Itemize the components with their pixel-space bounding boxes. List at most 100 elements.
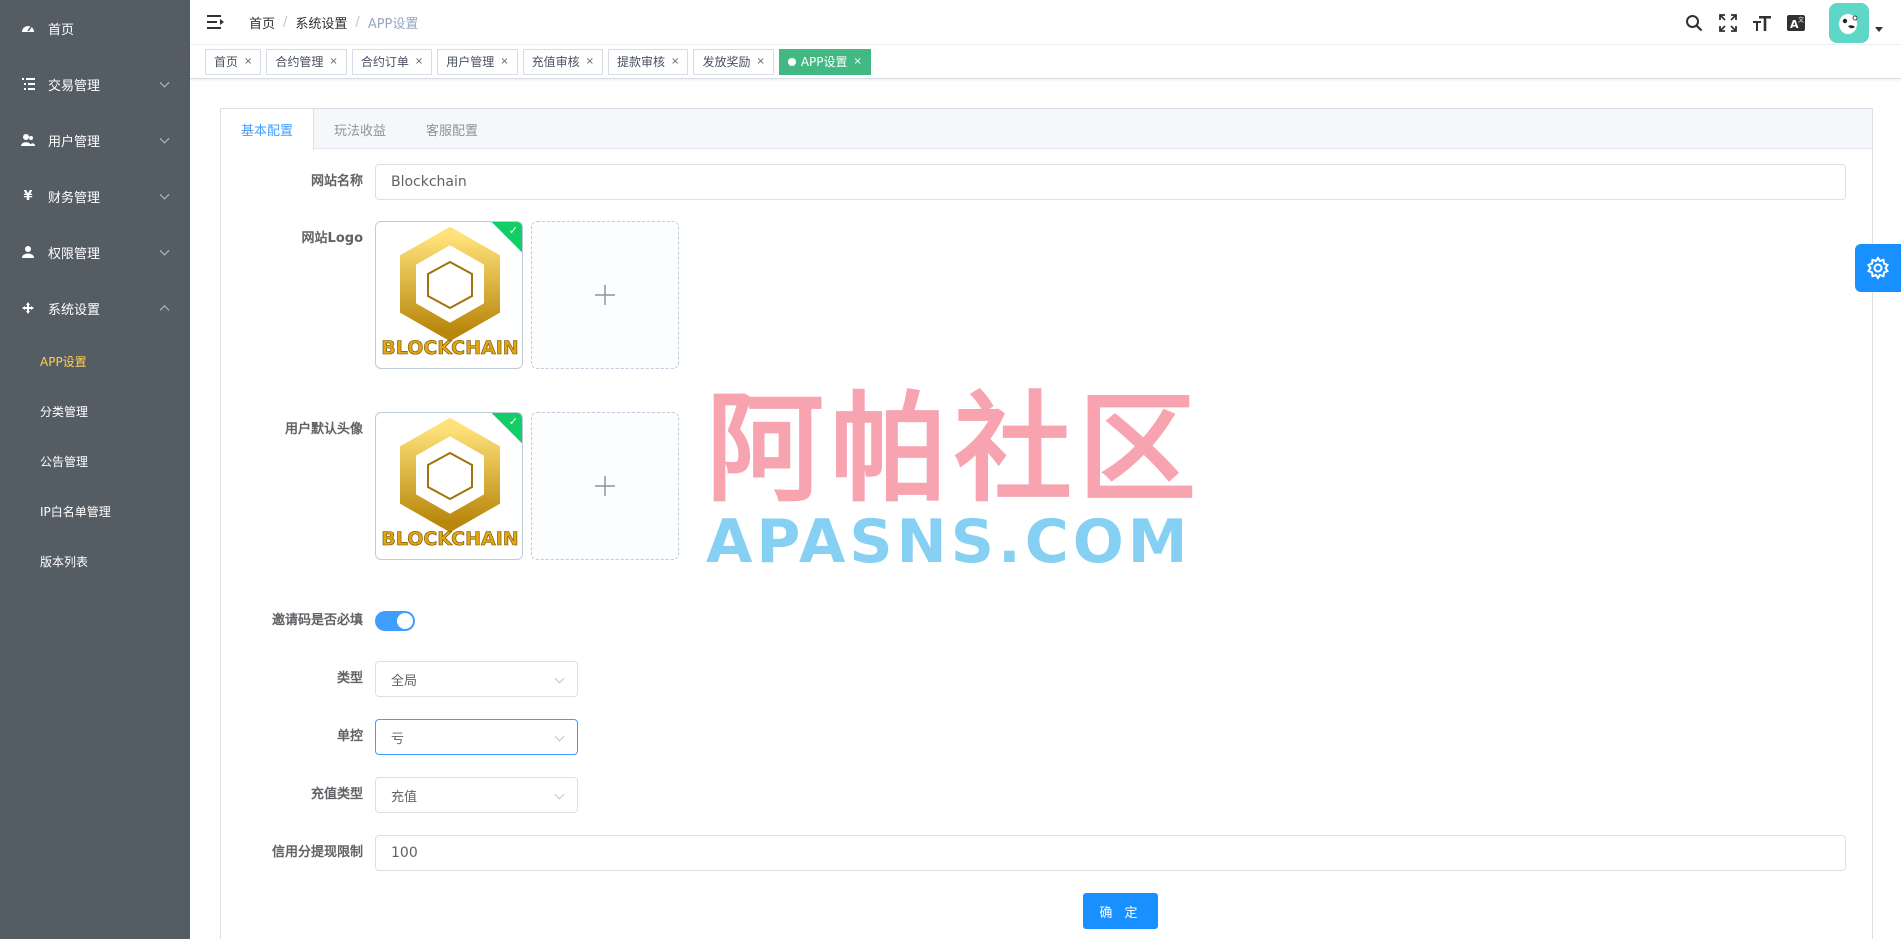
tag-app-settings[interactable]: APP设置 × (778, 48, 871, 75)
default-avatar-label: 用户默认头像 (284, 422, 363, 437)
sidebar-subitem-app-settings[interactable]: APP设置 (0, 336, 190, 386)
tag-label: 合约订单 (360, 55, 409, 69)
tags-view: 首页 × 合约管理 × 合约订单 × 用户管理 × 充值审核 × 提款审核 × 发放奖励 × … (190, 45, 1901, 79)
close-icon[interactable]: × (329, 56, 337, 67)
search-icon[interactable] (1683, 12, 1705, 34)
type-select-value: 全局 (391, 673, 418, 689)
logo-upload-button[interactable] (531, 221, 679, 369)
type-select[interactable]: 全局 (375, 661, 578, 697)
fullscreen-icon[interactable] (1717, 12, 1739, 34)
svg-text:BLOCKCHAIN: BLOCKCHAIN (381, 528, 518, 550)
check-icon: ✓ (508, 415, 518, 428)
breadcrumb-current: APP设置 (367, 16, 419, 32)
header-actions: A文 (1683, 0, 1901, 45)
language-icon[interactable]: A文 (1785, 12, 1807, 34)
blockchain-logo-icon: BLOCKCHAIN (381, 226, 519, 359)
avatar-upload-button[interactable] (531, 412, 679, 560)
sidebar-item-label: 交易管理 (48, 78, 101, 94)
font-size-icon[interactable] (1751, 12, 1773, 34)
tag-user-management[interactable]: 用户管理 × (437, 48, 518, 75)
logo-image[interactable]: BLOCKCHAIN ✓ (375, 221, 523, 369)
type-label: 类型 (336, 671, 363, 686)
control-select[interactable]: 亏 (375, 719, 578, 755)
tab-basic-config[interactable]: 基本配置 (221, 109, 315, 150)
check-icon: ✓ (508, 224, 518, 237)
site-name-input[interactable]: Blockchain (375, 164, 1846, 200)
avatar[interactable] (1829, 2, 1869, 43)
tag-withdraw-review[interactable]: 提款审核 × (608, 48, 689, 75)
tag-rewards[interactable]: 发放奖励 × (693, 48, 774, 75)
breadcrumb: 首页 / 系统设置 / APP设置 (249, 13, 418, 32)
breadcrumb-separator: / (355, 14, 360, 30)
yen-icon: ¥ (23, 188, 33, 204)
caret-down-icon[interactable] (1875, 27, 1883, 32)
tag-home[interactable]: 首页 × (205, 48, 262, 75)
logo-label: 网站Logo (301, 231, 363, 246)
close-icon[interactable]: × (854, 56, 862, 67)
default-avatar-image[interactable]: BLOCKCHAIN ✓ (375, 412, 523, 560)
sidebar-subitem-versions[interactable]: 版本列表 (0, 536, 190, 586)
tab-gameplay-earnings[interactable]: 玩法收益 (314, 109, 406, 149)
sidebar-item-settings[interactable]: 系统设置 (0, 280, 190, 336)
breadcrumb-settings[interactable]: 系统设置 (295, 13, 347, 32)
menu-toggle-icon[interactable] (207, 15, 225, 29)
sidebar-subitem-categories[interactable]: 分类管理 (0, 386, 190, 436)
breadcrumb-separator: / (283, 14, 288, 30)
close-icon[interactable]: × (500, 56, 508, 67)
control-select-value: 亏 (391, 731, 405, 747)
breadcrumb-home[interactable]: 首页 (249, 13, 275, 32)
sidebar-item-permissions[interactable]: 权限管理 (0, 224, 190, 280)
close-icon[interactable]: × (586, 56, 594, 67)
settings-gear-button[interactable] (1855, 244, 1901, 292)
chevron-down-icon (554, 673, 565, 684)
close-icon[interactable]: × (671, 56, 679, 67)
sidebar-item-users[interactable]: 用户管理 (0, 112, 190, 168)
chevron-down-icon (159, 133, 170, 144)
settings-card: 基本配置 玩法收益 客服配置 网站名称 Blockchain 网站Logo BL… (220, 108, 1873, 939)
blockchain-logo-icon: BLOCKCHAIN (381, 417, 519, 550)
form-row-credit-limit: 信用分提现限制 100 (221, 835, 1846, 871)
chevron-down-icon (159, 77, 170, 88)
sidebar-subitem-ip-whitelist[interactable]: IP白名单管理 (0, 486, 190, 536)
sidebar-item-label: 系统设置 (48, 302, 101, 318)
switch-knob (397, 613, 413, 629)
sidebar-item-home[interactable]: 首页 (0, 0, 190, 56)
recharge-type-select[interactable]: 充值 (375, 777, 578, 813)
tag-contract-orders[interactable]: 合约订单 × (351, 48, 433, 75)
settings-tabs: 基本配置 玩法收益 客服配置 (221, 109, 1872, 150)
chevron-up-icon (159, 305, 170, 316)
gear-icon (1867, 256, 1889, 280)
chevron-down-icon (159, 245, 170, 256)
close-icon[interactable]: × (756, 56, 764, 67)
tab-customer-service[interactable]: 客服配置 (406, 109, 498, 149)
sidebar-subitem-announcements[interactable]: 公告管理 (0, 436, 190, 486)
tag-label: APP设置 (800, 55, 848, 69)
tag-recharge-review[interactable]: 充值审核 × (522, 48, 604, 75)
sidebar-item-trade[interactable]: 交易管理 (0, 56, 190, 112)
plus-icon (595, 476, 615, 496)
sidebar: 首页 交易管理 用户管理 ¥ 财务管理 权限管理 系统设置 APP设置 分类管理… (0, 0, 190, 939)
invite-required-switch[interactable] (375, 611, 415, 631)
submit-button[interactable]: 确 定 (1083, 893, 1158, 929)
tag-contract-management[interactable]: 合约管理 × (266, 48, 347, 75)
form-row-site-name: 网站名称 Blockchain (221, 164, 1846, 200)
sidebar-item-label: 财务管理 (48, 190, 101, 206)
credit-limit-input[interactable]: 100 (375, 835, 1846, 871)
active-dot (787, 57, 796, 66)
dashboard-icon (20, 20, 36, 36)
tag-label: 首页 (214, 55, 239, 69)
form-row-default-avatar: 用户默认头像 BLOCKCHAIN ✓ (221, 412, 679, 560)
sidebar-item-finance[interactable]: ¥ 财务管理 (0, 168, 190, 224)
tag-label: 提款审核 (617, 55, 666, 69)
site-name-label: 网站名称 (310, 174, 363, 189)
tag-label: 用户管理 (446, 55, 495, 69)
sidebar-item-label: 用户管理 (48, 134, 101, 150)
close-icon[interactable]: × (415, 56, 423, 67)
users-icon (20, 132, 36, 148)
form-row-control: 单控 亏 (221, 719, 578, 755)
close-icon[interactable]: × (244, 56, 252, 67)
form-row-recharge-type: 充值类型 充值 (221, 777, 578, 813)
chevron-down-icon (554, 789, 565, 800)
invite-required-label: 邀请码是否必填 (271, 613, 363, 628)
move-icon (20, 300, 36, 316)
